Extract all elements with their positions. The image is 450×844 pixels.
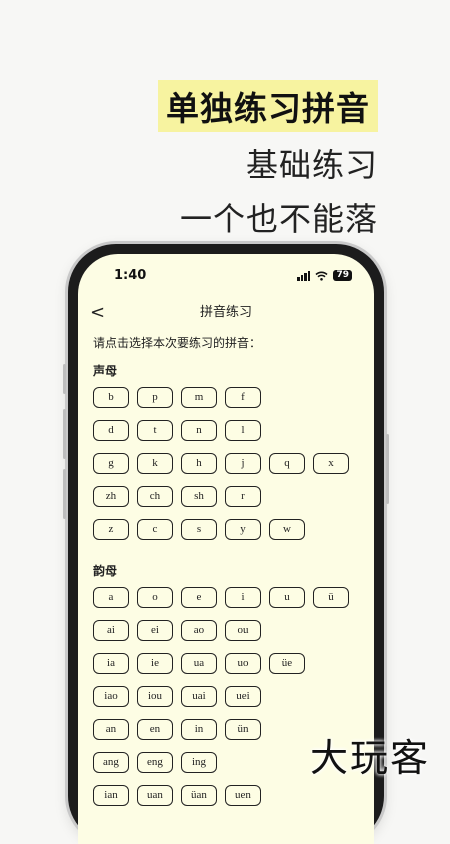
- nav-bar: < 拼音练习: [78, 302, 374, 326]
- promo-line-1: 单独练习拼音: [158, 80, 378, 132]
- final-pinyin-row: ian uan üan uen: [93, 785, 364, 806]
- initial-pinyin-row: zh ch sh r: [93, 486, 364, 507]
- final-pinyin-key[interactable]: e: [181, 587, 217, 608]
- initial-pinyin-key[interactable]: t: [137, 420, 173, 441]
- final-pinyin-key[interactable]: ei: [137, 620, 173, 641]
- wifi-icon: [315, 271, 329, 281]
- initial-pinyin-key[interactable]: d: [93, 420, 129, 441]
- initial-pinyin-key[interactable]: k: [137, 453, 173, 474]
- initial-pinyin-key[interactable]: r: [225, 486, 261, 507]
- final-pinyin-key[interactable]: uei: [225, 686, 261, 707]
- final-pinyin-key[interactable]: üe: [269, 653, 305, 674]
- final-pinyin-key[interactable]: uo: [225, 653, 261, 674]
- final-pinyin-key[interactable]: ü: [313, 587, 349, 608]
- phone-side-button: [63, 364, 66, 394]
- initial-pinyin-key[interactable]: zh: [93, 486, 129, 507]
- page-title: 拼音练习: [199, 305, 252, 320]
- initial-pinyin-key[interactable]: f: [225, 387, 261, 408]
- initial-pinyin-key[interactable]: h: [181, 453, 217, 474]
- initial-pinyin-key[interactable]: g: [93, 453, 129, 474]
- initial-pinyin-key[interactable]: w: [269, 519, 305, 540]
- finals-section-label: 韵母: [93, 564, 118, 578]
- final-pinyin-key[interactable]: i: [225, 587, 261, 608]
- final-pinyin-row: ia ie ua uo üe: [93, 653, 364, 674]
- initial-pinyin-key[interactable]: n: [181, 420, 217, 441]
- final-pinyin-key[interactable]: iou: [137, 686, 173, 707]
- final-pinyin-key[interactable]: a: [93, 587, 129, 608]
- final-pinyin-row: ai ei ao ou: [93, 620, 364, 641]
- final-pinyin-key[interactable]: uen: [225, 785, 261, 806]
- initial-pinyin-row: zcsyw: [93, 519, 364, 540]
- initial-pinyin-row: bpmf: [93, 387, 364, 408]
- final-pinyin-key[interactable]: an: [93, 719, 129, 740]
- final-pinyin-key[interactable]: en: [137, 719, 173, 740]
- final-pinyin-key[interactable]: ie: [137, 653, 173, 674]
- final-pinyin-key[interactable]: u: [269, 587, 305, 608]
- final-pinyin-key[interactable]: üan: [181, 785, 217, 806]
- initials-section-label: 声母: [93, 364, 118, 378]
- initial-pinyin-key[interactable]: ch: [137, 486, 173, 507]
- promo-line-2: 基础练习: [245, 146, 378, 184]
- final-pinyin-key[interactable]: o: [137, 587, 173, 608]
- initial-pinyin-key[interactable]: sh: [181, 486, 217, 507]
- final-pinyin-key[interactable]: iao: [93, 686, 129, 707]
- initial-pinyin-key[interactable]: j: [225, 453, 261, 474]
- initial-pinyin-key[interactable]: q: [269, 453, 305, 474]
- initial-pinyin-row: dtnl: [93, 420, 364, 441]
- final-pinyin-key[interactable]: uan: [137, 785, 173, 806]
- final-pinyin-key[interactable]: ua: [181, 653, 217, 674]
- initial-pinyin-key[interactable]: p: [137, 387, 173, 408]
- final-pinyin-key[interactable]: ün: [225, 719, 261, 740]
- initial-pinyin-key[interactable]: s: [181, 519, 217, 540]
- promo-headline: 单独练习拼音 基础练习 一个也不能落: [158, 80, 378, 240]
- final-pinyin-row: aoeiuü: [93, 587, 364, 608]
- final-pinyin-key[interactable]: uai: [181, 686, 217, 707]
- initial-pinyin-key[interactable]: y: [225, 519, 261, 540]
- final-pinyin-row: iao iou uai uei: [93, 686, 364, 707]
- status-bar: 1:40 79: [78, 268, 374, 290]
- phone-volume-up: [63, 409, 66, 459]
- final-pinyin-key[interactable]: ou: [225, 620, 261, 641]
- instruction-text: 请点击选择本次要练习的拼音：: [93, 336, 262, 350]
- phone-volume-down: [63, 469, 66, 519]
- initial-pinyin-key[interactable]: x: [313, 453, 349, 474]
- initials-grid: b p m f d t n l g k h j q x zh ch sh r z c s y w: [93, 387, 364, 540]
- initial-pinyin-key[interactable]: m: [181, 387, 217, 408]
- final-pinyin-key[interactable]: ang: [93, 752, 129, 773]
- initial-pinyin-key[interactable]: l: [225, 420, 261, 441]
- battery-icon: 79: [333, 270, 352, 281]
- status-time: 1:40: [114, 268, 147, 283]
- final-pinyin-key[interactable]: ai: [93, 620, 129, 641]
- phone-power-button: [386, 434, 389, 504]
- final-pinyin-key[interactable]: eng: [137, 752, 173, 773]
- final-pinyin-key[interactable]: ao: [181, 620, 217, 641]
- initial-pinyin-row: gkhjqx: [93, 453, 364, 474]
- watermark-logo: 大玩客: [309, 736, 430, 780]
- promo-line-3: 一个也不能落: [179, 200, 378, 238]
- initial-pinyin-key[interactable]: z: [93, 519, 129, 540]
- final-pinyin-key[interactable]: in: [181, 719, 217, 740]
- final-pinyin-key[interactable]: ian: [93, 785, 129, 806]
- final-pinyin-key[interactable]: ing: [181, 752, 217, 773]
- signal-icon: [297, 270, 311, 281]
- initial-pinyin-key[interactable]: b: [93, 387, 129, 408]
- final-pinyin-key[interactable]: ia: [93, 653, 129, 674]
- initial-pinyin-key[interactable]: c: [137, 519, 173, 540]
- status-icons: 79: [297, 270, 352, 281]
